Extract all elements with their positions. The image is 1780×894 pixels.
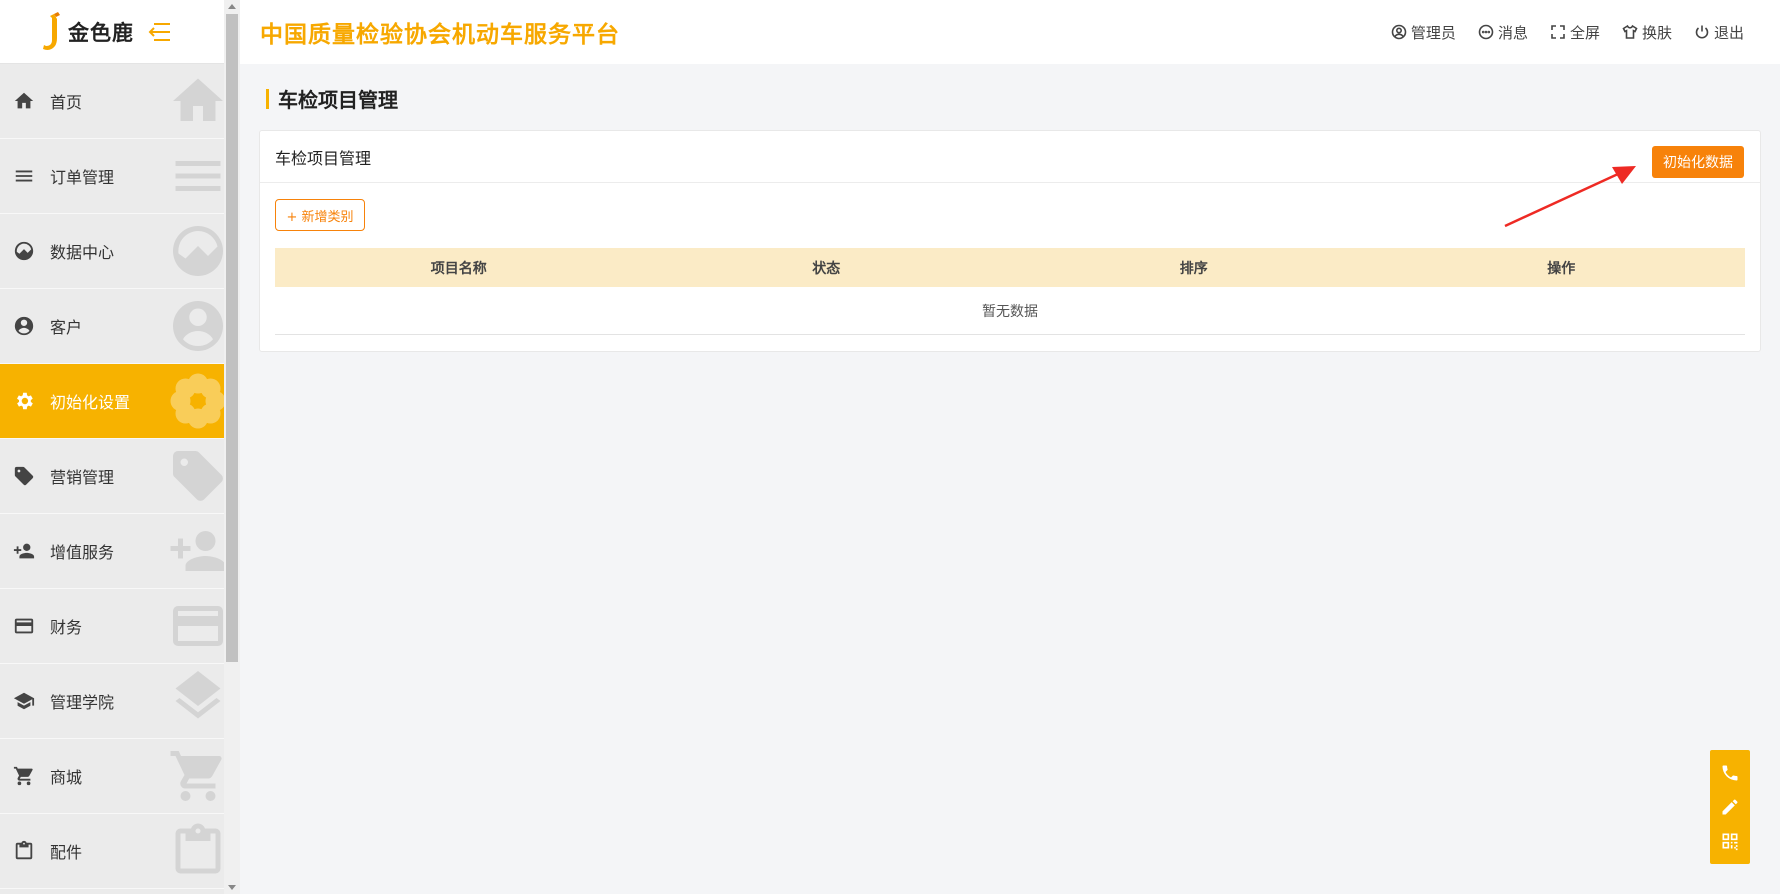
page-title: 车检项目管理 — [278, 88, 398, 112]
add-user-watermark-icon — [168, 521, 224, 581]
table-header: 项目名称 状态 排序 操作 — [275, 248, 1745, 287]
sidebar-item-marketing[interactable]: 营销管理 — [0, 439, 224, 514]
sidebar-item-academy[interactable]: 管理学院 — [0, 664, 224, 739]
column-header-sort[interactable]: 排序 — [1010, 258, 1378, 278]
phone-button[interactable] — [1719, 762, 1741, 784]
layers-watermark-icon — [168, 671, 224, 731]
column-header-actions[interactable]: 操作 — [1378, 258, 1746, 278]
edit-button[interactable] — [1719, 796, 1741, 818]
gear-icon — [12, 389, 36, 413]
sidebar-item-label: 首页 — [50, 93, 83, 112]
fullscreen-label: 全屏 — [1569, 23, 1600, 42]
home-icon — [12, 89, 36, 113]
floating-toolbar — [1710, 750, 1750, 864]
phone-icon — [1722, 765, 1738, 781]
menu-collapse-icon[interactable] — [148, 22, 172, 42]
admin-button[interactable]: 管理员 — [1391, 22, 1456, 43]
site-title: 中国质量检验协会机动车服务平台 — [260, 22, 620, 48]
add-category-button[interactable]: + 新增类别 — [275, 199, 365, 231]
sidebar-item-data-center[interactable]: 数据中心 — [0, 214, 224, 289]
column-header-status[interactable]: 状态 — [643, 258, 1011, 278]
message-icon — [1478, 24, 1494, 40]
power-icon — [1695, 25, 1709, 39]
logo-icon — [40, 11, 62, 52]
messages-button[interactable]: 消息 — [1478, 22, 1528, 43]
tag-icon — [12, 464, 36, 488]
skin-button[interactable]: 换肤 — [1622, 22, 1672, 43]
skin-label: 换肤 — [1641, 23, 1672, 42]
top-header: 中国质量检验协会机动车服务平台 管理员 消息 全屏 换肤 退出 — [240, 0, 1780, 64]
scrollbar-thumb[interactable] — [226, 14, 238, 662]
annotation-arrow-icon — [1504, 166, 1636, 228]
sidebar: 金色鹿 首页 订单管理 数据中心 客户 初始化设置 营销管理 增值服务 财务 管… — [0, 0, 224, 894]
user-circle-icon — [1391, 24, 1407, 40]
heading-accent-bar — [266, 88, 269, 109]
edit-icon — [1722, 799, 1738, 815]
admin-label: 管理员 — [1410, 23, 1456, 42]
sidebar-item-parts[interactable]: 配件 — [0, 814, 224, 889]
qrcode-icon — [1722, 833, 1738, 851]
header-actions: 管理员 消息 全屏 换肤 退出 — [1391, 22, 1744, 43]
list-watermark-icon — [168, 146, 224, 206]
user-watermark-icon — [168, 296, 224, 356]
sidebar-menu: 首页 订单管理 数据中心 客户 初始化设置 营销管理 增值服务 财务 管理学院 … — [0, 64, 224, 889]
sidebar-item-label: 增值服务 — [50, 543, 115, 562]
scroll-up-icon[interactable] — [228, 4, 236, 9]
column-header-name[interactable]: 项目名称 — [275, 258, 643, 278]
messages-label: 消息 — [1497, 23, 1528, 42]
table-empty-state: 暂无数据 — [275, 287, 1745, 335]
init-data-button[interactable]: 初始化数据 — [1652, 146, 1744, 178]
chart-icon — [12, 239, 36, 263]
logo-bar: 金色鹿 — [0, 0, 224, 64]
card-title: 车检项目管理 — [275, 148, 372, 168]
graduation-icon — [12, 689, 36, 713]
clipboard-icon — [12, 839, 36, 863]
shirt-icon — [1622, 24, 1638, 39]
cart-watermark-icon — [168, 746, 224, 806]
add-user-icon — [12, 539, 36, 563]
cart-icon — [12, 764, 36, 788]
sidebar-item-label: 营销管理 — [50, 468, 115, 487]
tag-watermark-icon — [168, 446, 224, 506]
clipboard-watermark-icon — [168, 821, 224, 881]
sidebar-item-home[interactable]: 首页 — [0, 64, 224, 139]
scroll-down-icon[interactable] — [228, 885, 236, 890]
sidebar-scrollbar[interactable] — [224, 0, 240, 894]
sidebar-item-label: 管理学院 — [50, 693, 115, 712]
sidebar-item-label: 配件 — [50, 843, 83, 862]
page-heading: 车检项目管理 — [266, 84, 398, 113]
sidebar-item-mall[interactable]: 商城 — [0, 739, 224, 814]
items-table: 项目名称 状态 排序 操作 暂无数据 — [275, 248, 1745, 335]
logo-text: 金色鹿 — [68, 20, 134, 45]
qrcode-button[interactable] — [1719, 830, 1741, 852]
user-icon — [12, 314, 36, 338]
card-watermark-icon — [168, 596, 224, 656]
sidebar-item-finance[interactable]: 财务 — [0, 589, 224, 664]
card-icon — [12, 614, 36, 638]
home-watermark-icon — [168, 71, 224, 131]
logout-label: 退出 — [1713, 23, 1744, 42]
fullscreen-icon — [1551, 25, 1565, 39]
chart-watermark-icon — [168, 221, 224, 281]
sidebar-item-customers[interactable]: 客户 — [0, 289, 224, 364]
sidebar-item-label: 财务 — [50, 618, 83, 637]
sidebar-item-label: 数据中心 — [50, 243, 115, 262]
sidebar-item-label: 商城 — [50, 768, 83, 787]
sidebar-item-label: 初始化设置 — [50, 393, 131, 412]
fullscreen-button[interactable]: 全屏 — [1550, 22, 1600, 43]
sidebar-item-label: 客户 — [50, 318, 83, 337]
flower-watermark-icon — [168, 371, 224, 431]
sidebar-item-value-added[interactable]: 增值服务 — [0, 514, 224, 589]
sidebar-item-label: 订单管理 — [50, 168, 115, 187]
list-icon — [12, 164, 36, 188]
sidebar-item-orders[interactable]: 订单管理 — [0, 139, 224, 214]
sidebar-item-init-settings[interactable]: 初始化设置 — [0, 364, 224, 439]
logout-button[interactable]: 退出 — [1694, 22, 1744, 43]
